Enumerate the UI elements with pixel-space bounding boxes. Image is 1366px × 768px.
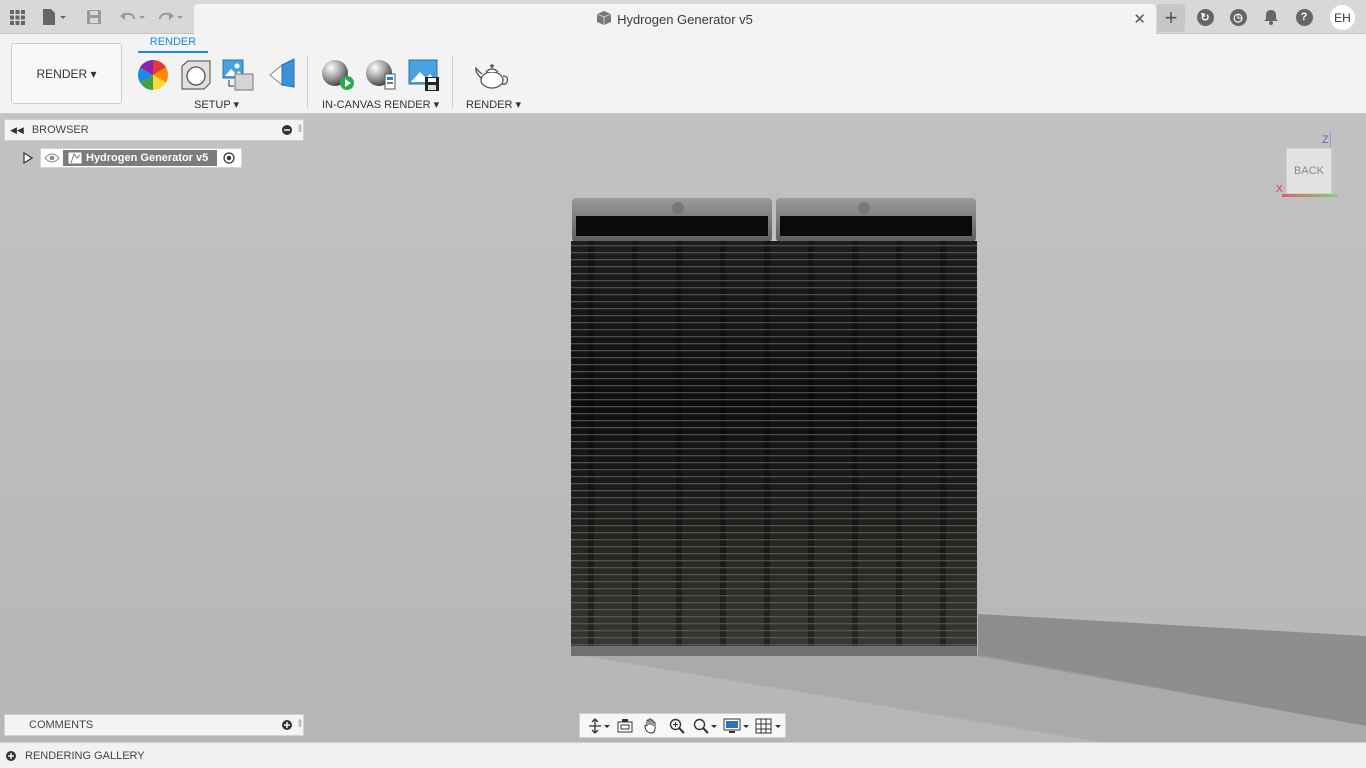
viewcube-z-axis: Z [1322,134,1329,146]
save-icon[interactable] [86,6,102,28]
panel-resize-handle[interactable]: ‖ [298,719,302,730]
undo-icon[interactable] [118,6,148,28]
help-symbol: ? [1295,8,1313,26]
activate-radio-icon[interactable] [217,152,241,164]
browser-panel-header[interactable]: ◀◀ BROWSER ‖ [4,119,304,141]
grid-settings-icon[interactable] [752,715,784,737]
orbit-icon[interactable] [586,715,612,737]
notifications-bell-icon[interactable] [1262,6,1280,28]
capture-image-icon[interactable] [407,58,441,92]
look-at-icon[interactable] [612,715,638,737]
viewcube-axis-line [1282,194,1338,197]
document-cube-icon [596,10,612,28]
job-status-clock-icon[interactable]: ◷ [1229,6,1247,28]
render-teapot-icon[interactable] [474,58,509,92]
render-group-label[interactable]: RENDER ▾ [466,98,521,111]
gallery-expand-icon[interactable] [6,750,16,761]
comments-add-icon[interactable] [282,720,292,733]
appearance-color-wheel-icon[interactable] [136,58,170,92]
sync-icon[interactable]: ↻ [1196,6,1214,28]
comments-title: COMMENTS [29,719,94,731]
viewcube[interactable]: BACK [1286,148,1332,194]
component-document-icon [67,151,83,168]
root-component-label: Hydrogen Generator v5 [63,150,218,166]
new-tab-button[interactable]: + [1157,4,1185,32]
collapse-panel-icon[interactable]: ◀◀ [10,125,24,136]
navigation-bar [579,713,786,738]
zoom-icon[interactable] [664,715,690,737]
toolbar-divider [307,56,308,108]
toolbar-divider [452,56,453,108]
comments-panel-header[interactable]: COMMENTS ‖ [4,714,304,736]
in-canvas-render-settings-icon[interactable] [364,58,398,92]
expand-triangle-icon[interactable] [20,152,36,164]
app-grid-icon[interactable] [8,6,26,28]
ribbon-toolbar: RENDER ▾ RENDER SETUP ▾ IN-CANVAS RENDER… [0,34,1366,114]
browser-tree-root[interactable]: Hydrogen Generator v5 [20,148,243,168]
display-settings-icon[interactable] [720,715,752,737]
gallery-title: RENDERING GALLERY [25,749,145,762]
browser-minimize-icon[interactable] [282,125,292,138]
visibility-eye-icon[interactable] [41,153,63,163]
redo-icon[interactable] [156,6,186,28]
file-menu-icon[interactable] [40,6,70,28]
title-bar: Hydrogen Generator v5 ✕ + ↻ ◷ ? EH [0,0,1366,34]
in-canvas-render-play-icon[interactable] [320,58,354,92]
close-tab-icon[interactable]: ✕ [1133,10,1146,28]
pan-hand-icon[interactable] [638,715,664,737]
tab-render[interactable]: RENDER [138,36,208,53]
setup-group-label[interactable]: SETUP ▾ [194,98,239,111]
user-avatar[interactable]: EH [1330,5,1355,30]
document-title: Hydrogen Generator v5 [617,11,753,27]
panel-resize-handle[interactable]: ‖ [298,124,302,135]
scene-settings-icon[interactable] [221,58,255,92]
help-icon[interactable]: ? [1295,6,1313,28]
hydrogen-generator-model [571,198,977,656]
rendering-gallery-bar[interactable]: RENDERING GALLERY [0,742,1366,768]
fit-zoom-window-icon[interactable] [690,715,720,737]
decal-texture-map-icon[interactable] [266,58,300,92]
workspace-switcher-button[interactable]: RENDER ▾ [11,43,122,104]
viewcube-face-label: BACK [1294,165,1324,177]
browser-title: BROWSER [31,124,89,136]
in-canvas-render-group-label[interactable]: IN-CANVAS RENDER ▾ [322,98,439,111]
render-canvas[interactable]: ◀◀ BROWSER ‖ Hydrogen Generator v5 Z X B… [0,114,1366,742]
document-tab[interactable]: Hydrogen Generator v5 ✕ [194,4,1156,34]
root-component-node[interactable]: Hydrogen Generator v5 [40,148,243,168]
physical-material-icon[interactable] [179,58,213,92]
